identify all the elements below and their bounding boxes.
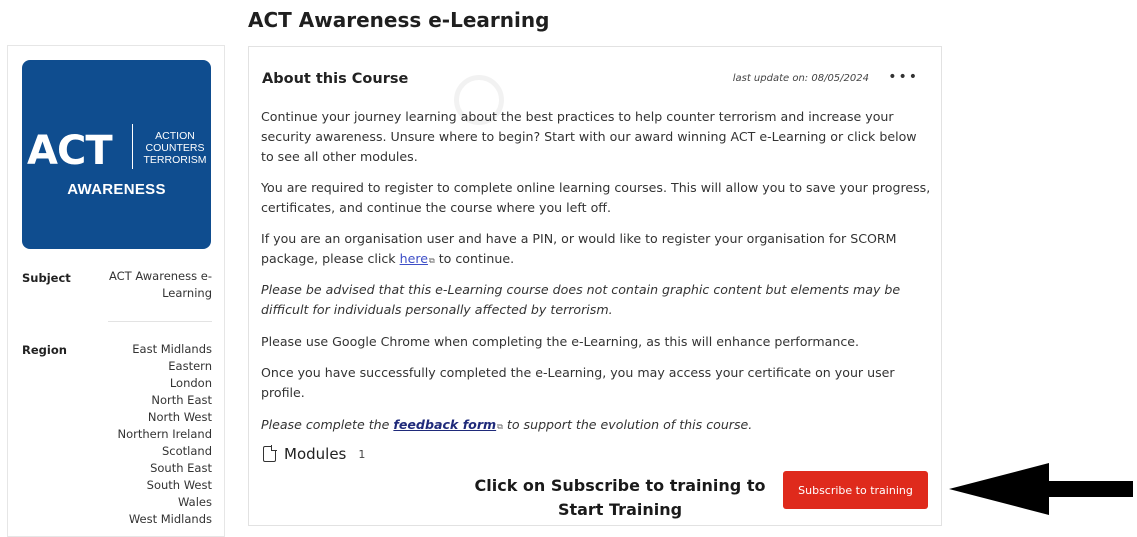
more-options-icon[interactable]: ••• (888, 69, 919, 85)
subject-value: ACT Awareness e- Learning (109, 268, 212, 302)
logo-divider (132, 124, 133, 169)
course-sidebar: ACT ACTION COUNTERS TERRORISM AWARENESS … (7, 45, 225, 537)
logo-subtitle: ACTION COUNTERS TERRORISM (138, 130, 212, 166)
feedback-form-link[interactable]: feedback form (393, 417, 496, 432)
page-title: ACT Awareness e-Learning (248, 8, 550, 32)
act-awareness-logo: ACT ACTION COUNTERS TERRORISM AWARENESS (22, 60, 211, 249)
browser-paragraph: Please use Google Chrome when completing… (261, 334, 859, 349)
modules-count: 1 (358, 447, 366, 461)
register-paragraph: You are required to register to complete… (261, 180, 931, 215)
subscribe-button[interactable]: Subscribe to training (783, 471, 928, 509)
region-item: East Midlands (132, 342, 212, 356)
feedback-paragraph: Please complete the feedback form⧉ to su… (261, 415, 933, 437)
subject-label: Subject (22, 271, 71, 285)
region-item: Wales (178, 495, 212, 509)
logo-act-text: ACT (27, 128, 113, 174)
feedback-text-end: to support the evolution of this course. (502, 417, 753, 432)
organisation-text: If you are an organisation user and have… (261, 231, 897, 266)
region-list: East Midlands Eastern London North East … (118, 341, 212, 528)
subject-value-line: Learning (162, 286, 212, 300)
about-course-card: About this Course last update on: 08/05/… (248, 46, 942, 526)
feedback-text: Please complete the (261, 417, 394, 432)
region-item: South West (146, 478, 212, 492)
pointer-arrow-icon (949, 463, 1133, 515)
modules-label: Modules (284, 445, 347, 463)
region-item: Northern Ireland (117, 427, 212, 441)
last-update-text: last update on: 08/05/2024 (732, 73, 869, 84)
callout-line: Start Training (557, 500, 683, 519)
region-item: West Midlands (128, 512, 212, 526)
region-item: Scotland (162, 444, 212, 458)
logo-sub-line: COUNTERS (145, 142, 205, 154)
document-icon (263, 445, 277, 462)
organisation-paragraph: If you are an organisation user and have… (261, 229, 933, 271)
region-label: Region (22, 343, 67, 357)
region-item: South East (150, 461, 212, 475)
logo-sub-line: ACTION (155, 130, 195, 142)
logo-sub-line: TERRORISM (143, 154, 207, 166)
intro-paragraph: Continue your journey learning about the… (261, 109, 917, 164)
region-item: North West (147, 410, 212, 424)
subscribe-callout: Click on Subscribe to training to Start … (470, 474, 770, 522)
region-item: North East (151, 393, 212, 407)
modules-section[interactable]: Modules 1 (263, 445, 365, 463)
sidebar-divider (108, 321, 212, 322)
here-link[interactable]: here (400, 251, 428, 266)
region-item: London (169, 376, 212, 390)
organisation-text-end: to continue. (434, 251, 515, 266)
about-course-heading: About this Course (262, 71, 409, 87)
advisory-paragraph: Please be advised that this e-Learning c… (261, 282, 901, 317)
certificate-paragraph: Once you have successfully completed the… (261, 365, 895, 400)
logo-awareness-text: AWARENESS (67, 181, 166, 198)
callout-line: Click on Subscribe to training to (474, 476, 766, 495)
region-item: Eastern (168, 359, 212, 373)
subject-value-line: ACT Awareness e- (108, 269, 212, 283)
